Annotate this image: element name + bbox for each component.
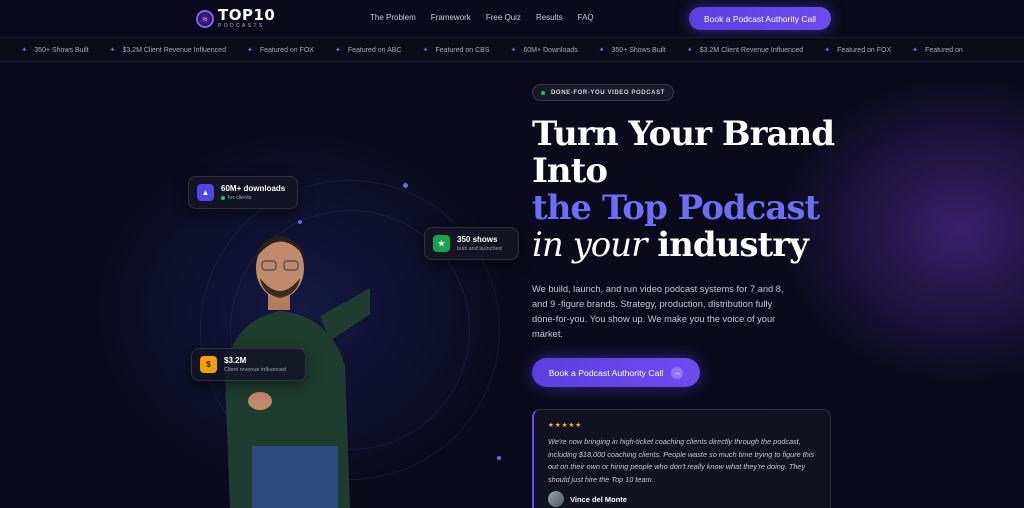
testimonial-author: Vince del Monte <box>548 491 816 507</box>
nav-link-the-problem[interactable]: The Problem <box>370 13 416 22</box>
nav-link-free-quiz[interactable]: Free Quiz <box>486 13 521 22</box>
logo-subtitle: PODCASTS <box>218 23 265 29</box>
sparkle-icon: ✦ <box>422 47 429 54</box>
sparkle-icon: ✦ <box>510 47 517 54</box>
testimonial-quote: We're now bringing in high-ticket coachi… <box>548 437 815 484</box>
sparkle-icon: ✦ <box>246 47 253 54</box>
avatar <box>548 491 564 507</box>
ticker-item: ✦ Featured on ABC <box>334 46 402 55</box>
stats-ticker: es ✦350+ Shows Built ✦$3.2M Client Reven… <box>0 37 1024 62</box>
sparkle-icon: ✦ <box>109 47 116 54</box>
stat-subtitle: for clients <box>221 195 285 201</box>
ticker-item: ✦ Featured on CBS <box>422 46 490 55</box>
status-dot <box>221 196 225 200</box>
stat-subtitle: built and launched <box>457 246 502 252</box>
headline-line-2: Into <box>532 151 608 191</box>
waveform-icon: ≈ <box>196 9 214 28</box>
arrow-up-icon: ▲ <box>197 184 214 201</box>
star-icon: ★ <box>433 235 450 252</box>
nav-link-results[interactable]: Results <box>536 13 563 22</box>
ticker-item: ✦ 350+ Shows Built <box>21 46 89 55</box>
sparkle-icon: ✦ <box>912 47 919 54</box>
stat-title: 60M+ downloads <box>221 184 286 193</box>
headline-italic: in your <box>532 225 647 265</box>
logo-wordmark: TOP10 <box>218 6 276 24</box>
author-name: Vince del Monte <box>570 494 627 504</box>
stat-card-revenue: $ $3.2M Client revenue influenced <box>191 348 306 381</box>
sparkle-icon: ✦ <box>334 47 341 54</box>
status-dot <box>541 90 545 95</box>
ticker-item: ✦ $3.2M Client Revenue Influenced <box>686 46 804 55</box>
brand-logo[interactable]: ≈ TOP10 PODCASTS <box>196 8 275 29</box>
sparkle-icon: ✦ <box>686 47 693 54</box>
hero-headline: Turn Your Brand Into the Top Podcast in … <box>532 116 852 264</box>
arrow-right-icon: → <box>671 366 684 379</box>
stat-card-downloads: ▲ 60M+ downloads for clients <box>188 176 298 209</box>
top-navigation: ≈ TOP10 PODCASTS The Problem Framework F… <box>0 0 1024 37</box>
button-label: Book a Podcast Authority Call <box>548 367 664 378</box>
hero-description: We build, launch, and run video podcast … <box>532 284 784 339</box>
headline-line-1: Turn Your Brand <box>532 114 835 154</box>
headline-line-4: industry <box>657 225 809 265</box>
category-badge: DONE-FOR-YOU VIDEO PODCAST <box>532 84 674 101</box>
sparkle-icon: ✦ <box>21 47 28 54</box>
sparkle-icon: ✦ <box>824 47 831 54</box>
testimonial-card: ★★★★★ We're now bringing in high-ticket … <box>532 409 831 508</box>
ticker-item: ✦ Featured on FOX <box>824 46 892 55</box>
sparkle-icon: ✦ <box>598 47 605 54</box>
nav-links: The Problem Framework Free Quiz Results … <box>370 13 594 22</box>
ticker-item: ✦ Featured on <box>912 46 963 55</box>
nav-link-faq[interactable]: FAQ <box>578 13 594 22</box>
stat-subtitle: Client revenue influenced <box>224 367 287 373</box>
ticker-item: ✦ Featured on FOX <box>246 46 314 55</box>
hero-book-call-button[interactable]: Book a Podcast Authority Call → <box>532 358 700 387</box>
nav-book-call-button[interactable]: Book a Podcast Authority Call <box>689 7 831 30</box>
stat-title: 350 shows <box>457 235 498 244</box>
ticker-item: ✦ $3.2M Client Revenue Influenced <box>109 46 226 55</box>
dollar-icon: $ <box>200 356 217 373</box>
ticker-item: ✦ 60M+ Downloads <box>510 46 578 55</box>
rating-stars: ★★★★★ <box>548 422 583 429</box>
headline-accent: the Top Podcast <box>532 188 820 228</box>
orbit-dot <box>497 456 501 460</box>
stat-card-shows: ★ 350 shows built and launched <box>424 227 519 260</box>
orbit-dot <box>403 183 408 188</box>
stat-title: $3.2M <box>224 356 247 365</box>
ticker-item: ✦ 350+ Shows Built <box>598 46 666 55</box>
orbit-dot <box>298 220 302 224</box>
nav-link-framework[interactable]: Framework <box>431 13 471 22</box>
